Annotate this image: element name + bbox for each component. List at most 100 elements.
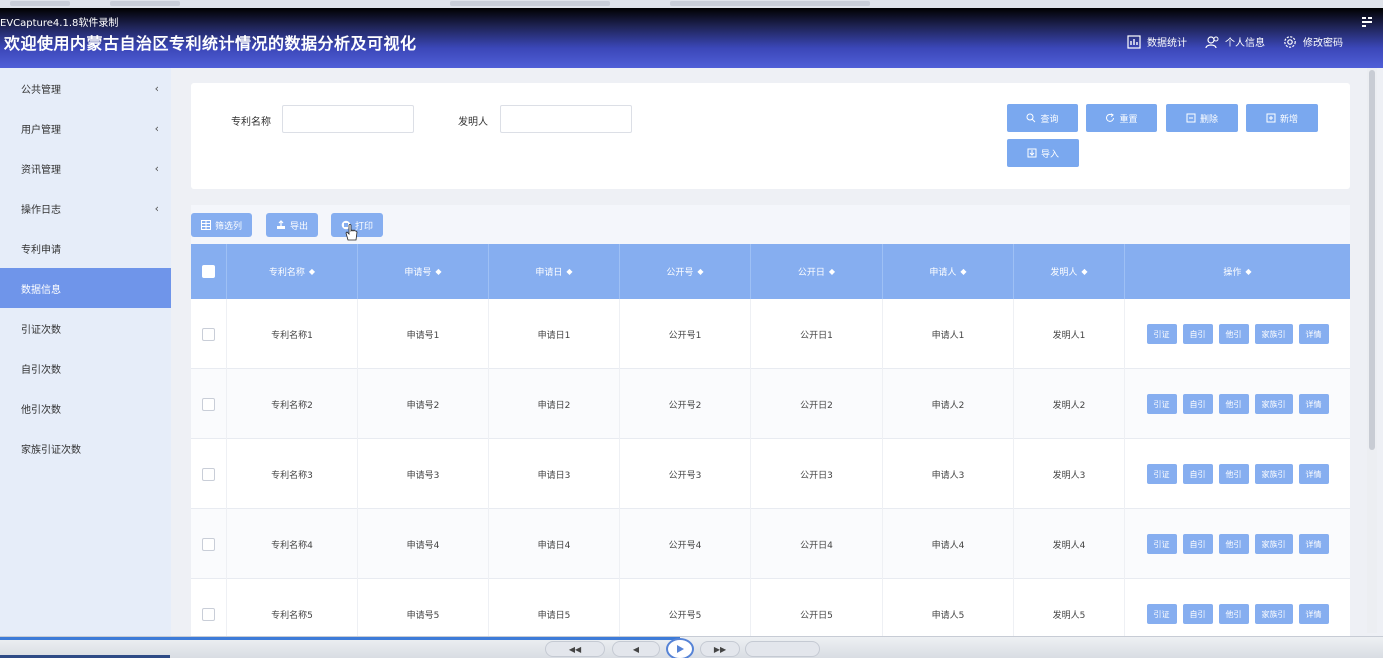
select-all-checkbox[interactable] [202,265,215,278]
other-cite-button[interactable]: 他引 [1218,464,1249,484]
delete-button[interactable]: 删除 [1166,104,1238,132]
details-button[interactable]: 详情 [1298,394,1329,414]
sort-icon[interactable]: ◆ [697,267,703,276]
patent-name-input[interactable] [282,105,414,133]
sort-icon[interactable]: ◆ [566,267,572,276]
sort-icon[interactable]: ◆ [1245,267,1251,276]
reset-button[interactable]: 重置 [1086,104,1157,132]
hand-cursor-icon [345,224,358,241]
sidebar-item[interactable]: 他引次数 [0,388,171,428]
cite-button[interactable]: 引证 [1146,464,1177,484]
row-checkbox[interactable] [202,397,215,411]
header-select-all[interactable] [191,244,227,299]
sort-icon[interactable]: ◆ [435,267,441,276]
family-cite-button[interactable]: 家族引 [1254,464,1293,484]
sidebar-item[interactable]: 数据信息 [0,268,171,308]
volume-control[interactable] [745,641,820,657]
details-button[interactable]: 详情 [1298,464,1329,484]
scrollbar-thumb[interactable] [1369,70,1375,450]
cite-button[interactable]: 引证 [1146,534,1177,554]
column-header[interactable]: 公开号 ◆ [620,244,751,299]
table-row: 专利名称4 申请号4 申请日4 公开号4 公开日4 申请人4 发明人4 引证 自引 他引 家族引 详情 [191,509,1350,579]
family-cite-button[interactable]: 家族引 [1254,604,1293,624]
filter-columns-button[interactable]: 筛选列 [191,213,253,237]
details-button[interactable]: 详情 [1298,604,1329,624]
sidebar-item-label: 操作日志 [21,204,61,216]
query-button[interactable]: 查询 [1007,104,1078,132]
self-cite-button[interactable]: 自引 [1182,604,1213,624]
nav-label: 个人信息 [1225,38,1265,49]
family-cite-button[interactable]: 家族引 [1254,534,1293,554]
prev-button[interactable]: ◀ [612,641,660,657]
cite-button[interactable]: 引证 [1146,324,1177,344]
self-cite-button[interactable]: 自引 [1182,534,1213,554]
column-header[interactable]: 操作 ◆ [1125,244,1350,299]
table-cell: 公开号1 [620,299,751,369]
details-button[interactable]: 详情 [1298,534,1329,554]
play-button[interactable] [666,638,694,658]
chevron-left-icon: ‹ [154,201,159,215]
sort-icon[interactable]: ◆ [960,267,966,276]
sidebar-item[interactable]: 引证次数 [0,308,171,348]
row-checkbox[interactable] [202,537,215,551]
inventor-input[interactable] [500,105,632,133]
sidebar-item[interactable]: 自引次数 [0,348,171,388]
column-header[interactable]: 发明人 ◆ [1014,244,1125,299]
playback-progress[interactable] [0,637,680,640]
cite-button[interactable]: 引证 [1146,394,1177,414]
nav-change-password[interactable]: 修改密码 [1283,34,1343,49]
table-cell: 公开日4 [751,509,883,579]
vertical-scrollbar[interactable] [1367,68,1377,633]
details-button[interactable]: 详情 [1298,324,1329,344]
table-row: 专利名称1 申请号1 申请日1 公开号1 公开日1 申请人1 发明人1 引证 自引 他引 家族引 详情 [191,299,1350,369]
table-cell: 申请日1 [489,299,620,369]
sort-icon[interactable]: ◆ [1081,267,1087,276]
sidebar-item[interactable]: 家族引证次数 [0,428,171,468]
column-header[interactable]: 申请人 ◆ [883,244,1014,299]
sidebar-item[interactable]: 用户管理 ‹ [0,108,171,148]
rewind-button[interactable]: ◀◀ [545,641,605,657]
reset-label: 重置 [1119,113,1138,124]
sidebar-item[interactable]: 公共管理 ‹ [0,68,171,108]
sidebar-item[interactable]: 操作日志 ‹ [0,188,171,228]
sort-icon[interactable]: ◆ [309,267,315,276]
export-icon [277,220,285,229]
table-header: 专利名称 ◆ 申请号 ◆ 申请日 ◆ 公开号 ◆ 公开日 ◆ 申请人 ◆ 发明人 ◆ 操作 ◆ [191,244,1350,299]
row-actions: 引证 自引 他引 家族引 详情 [1125,299,1350,369]
sidebar-item[interactable]: 专利申请 [0,228,171,268]
query-label: 查询 [1040,113,1059,124]
header-nav: 数据统计 个人信息 修改密码 [1127,34,1343,49]
row-checkbox[interactable] [202,467,215,481]
row-checkbox[interactable] [202,607,215,621]
sidebar-item-label: 自引次数 [21,364,61,376]
cite-button[interactable]: 引证 [1146,604,1177,624]
family-cite-button[interactable]: 家族引 [1254,394,1293,414]
nav-profile[interactable]: 个人信息 [1205,34,1265,49]
table-cell: 专利名称2 [227,369,358,439]
column-header[interactable]: 申请号 ◆ [358,244,489,299]
nav-data-statistics[interactable]: 数据统计 [1127,34,1187,49]
page-title: 欢迎使用内蒙古自治区专利统计情况的数据分析及可视化 [4,34,417,53]
row-checkbox[interactable] [202,327,215,341]
collapse-icon[interactable] [1361,16,1373,28]
chevron-left-icon: ‹ [154,121,159,135]
sidebar-item[interactable]: 资讯管理 ‹ [0,148,171,188]
other-cite-button[interactable]: 他引 [1218,394,1249,414]
export-button[interactable]: 导出 [266,213,319,237]
other-cite-button[interactable]: 他引 [1218,534,1249,554]
family-cite-button[interactable]: 家族引 [1254,324,1293,344]
column-header[interactable]: 公开日 ◆ [751,244,883,299]
other-cite-button[interactable]: 他引 [1218,604,1249,624]
table-cell: 申请日3 [489,439,620,509]
self-cite-button[interactable]: 自引 [1182,464,1213,484]
next-button[interactable]: ▶▶ [700,641,740,657]
import-button[interactable]: 导入 [1007,139,1079,167]
column-header[interactable]: 专利名称 ◆ [227,244,358,299]
column-header[interactable]: 申请日 ◆ [489,244,620,299]
self-cite-button[interactable]: 自引 [1182,324,1213,344]
sort-icon[interactable]: ◆ [829,267,835,276]
add-button[interactable]: 新增 [1246,104,1318,132]
table-cell: 申请号4 [358,509,489,579]
other-cite-button[interactable]: 他引 [1218,324,1249,344]
self-cite-button[interactable]: 自引 [1182,394,1213,414]
